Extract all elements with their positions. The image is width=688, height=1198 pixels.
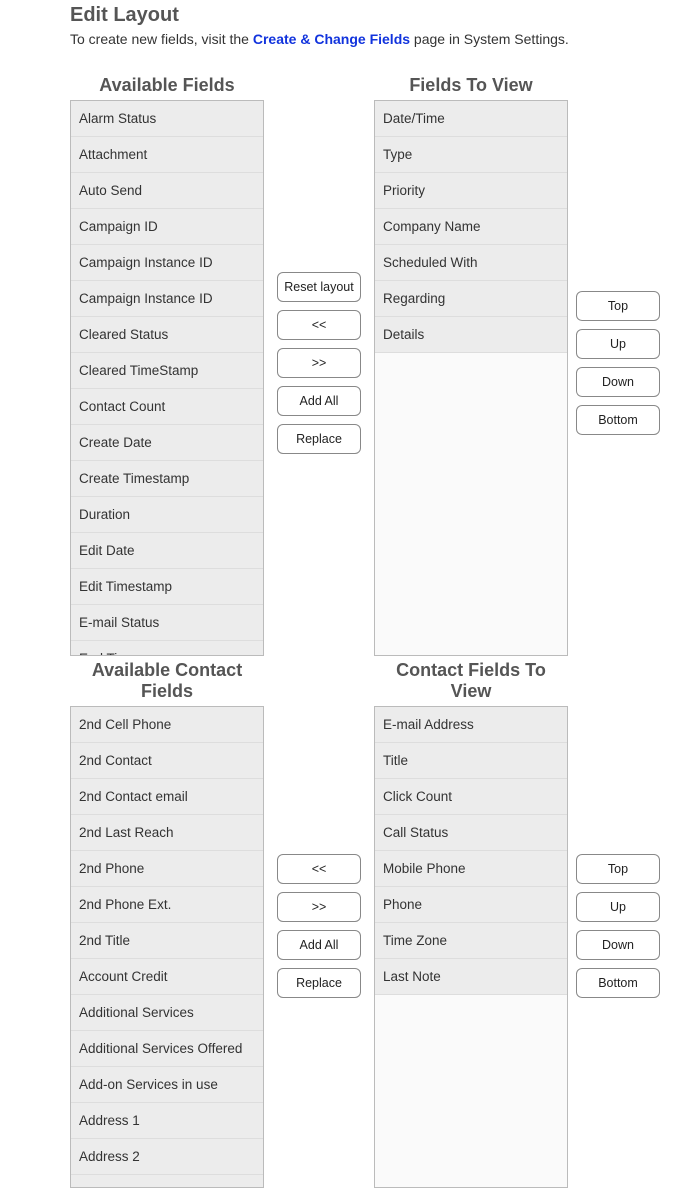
page-title: Edit Layout [70,4,688,27]
list-item[interactable]: Campaign ID [71,209,263,245]
intro-pre: To create new fields, visit the [70,31,253,47]
list-item[interactable]: Address 1 [71,1103,263,1139]
reset-layout-button[interactable]: Reset layout [277,272,361,302]
list-item[interactable]: Cleared TimeStamp [71,353,263,389]
list-item[interactable]: Campaign Instance ID [71,245,263,281]
list-item[interactable]: Date/Time [375,101,567,137]
available-contact-fields-list[interactable]: 2nd Cell Phone2nd Contact2nd Contact ema… [70,706,264,1188]
list-item[interactable]: Duration [71,497,263,533]
contact-add-all-button[interactable]: Add All [277,930,361,960]
list-item[interactable]: Campaign Instance ID [71,281,263,317]
list-item[interactable]: Auto Send [71,173,263,209]
list-item[interactable]: Alarm Status [71,101,263,137]
list-item[interactable]: Add-on Services in use [71,1067,263,1103]
list-item[interactable]: Address 2 [71,1139,263,1175]
list-item[interactable]: Call Status [375,815,567,851]
list-item[interactable]: 2nd Contact email [71,779,263,815]
add-button[interactable]: >> [277,348,361,378]
list-item[interactable]: 2nd Phone Ext. [71,887,263,923]
contact-fields-to-view-list[interactable]: E-mail AddressTitleClick CountCall Statu… [374,706,568,1188]
list-item[interactable]: End Time [71,641,263,656]
contact-replace-button[interactable]: Replace [277,968,361,998]
list-item[interactable]: Click Count [375,779,567,815]
intro-post: page in System Settings. [410,31,569,47]
fields-to-view-list[interactable]: Date/TimeTypePriorityCompany NameSchedul… [374,100,568,656]
list-item[interactable]: Create Timestamp [71,461,263,497]
intro-text: To create new fields, visit the Create &… [70,31,688,47]
fields-to-view-heading: Fields To View [374,75,568,96]
remove-button[interactable]: << [277,310,361,340]
list-item[interactable]: Additional Services [71,995,263,1031]
list-item[interactable]: Cleared Status [71,317,263,353]
add-all-button[interactable]: Add All [277,386,361,416]
list-item[interactable]: Attachment [71,137,263,173]
list-item[interactable]: Type [375,137,567,173]
list-item[interactable]: 2nd Last Reach [71,815,263,851]
available-contact-fields-heading: Available Contact Fields [70,660,264,702]
contact-add-button[interactable]: >> [277,892,361,922]
list-item[interactable]: Address 3 [71,1175,263,1188]
available-fields-list[interactable]: Alarm StatusAttachmentAuto SendCampaign … [70,100,264,656]
contact-top-button[interactable]: Top [576,854,660,884]
list-item[interactable]: 2nd Title [71,923,263,959]
list-item[interactable]: Phone [375,887,567,923]
create-change-fields-link[interactable]: Create & Change Fields [253,31,410,47]
contact-bottom-button[interactable]: Bottom [576,968,660,998]
list-item[interactable]: Edit Timestamp [71,569,263,605]
up-button[interactable]: Up [576,329,660,359]
down-button[interactable]: Down [576,367,660,397]
list-item[interactable]: Company Name [375,209,567,245]
top-button[interactable]: Top [576,291,660,321]
list-item[interactable]: Contact Count [71,389,263,425]
list-item[interactable]: Additional Services Offered [71,1031,263,1067]
bottom-button[interactable]: Bottom [576,405,660,435]
list-item[interactable]: E-mail Address [375,707,567,743]
list-item[interactable]: Create Date [71,425,263,461]
list-item[interactable]: Regarding [375,281,567,317]
list-item[interactable]: Priority [375,173,567,209]
list-item[interactable]: Account Credit [71,959,263,995]
contact-remove-button[interactable]: << [277,854,361,884]
contact-up-button[interactable]: Up [576,892,660,922]
list-item[interactable]: Time Zone [375,923,567,959]
list-item[interactable]: Title [375,743,567,779]
available-fields-heading: Available Fields [70,75,264,96]
list-item[interactable]: Scheduled With [375,245,567,281]
list-item[interactable]: Mobile Phone [375,851,567,887]
list-item[interactable]: E-mail Status [71,605,263,641]
list-item[interactable]: 2nd Contact [71,743,263,779]
list-item[interactable]: Last Note [375,959,567,995]
contact-down-button[interactable]: Down [576,930,660,960]
list-item[interactable]: 2nd Phone [71,851,263,887]
replace-button[interactable]: Replace [277,424,361,454]
list-item[interactable]: Edit Date [71,533,263,569]
contact-fields-to-view-heading: Contact Fields To View [374,660,568,702]
list-item[interactable]: 2nd Cell Phone [71,707,263,743]
list-item[interactable]: Details [375,317,567,353]
